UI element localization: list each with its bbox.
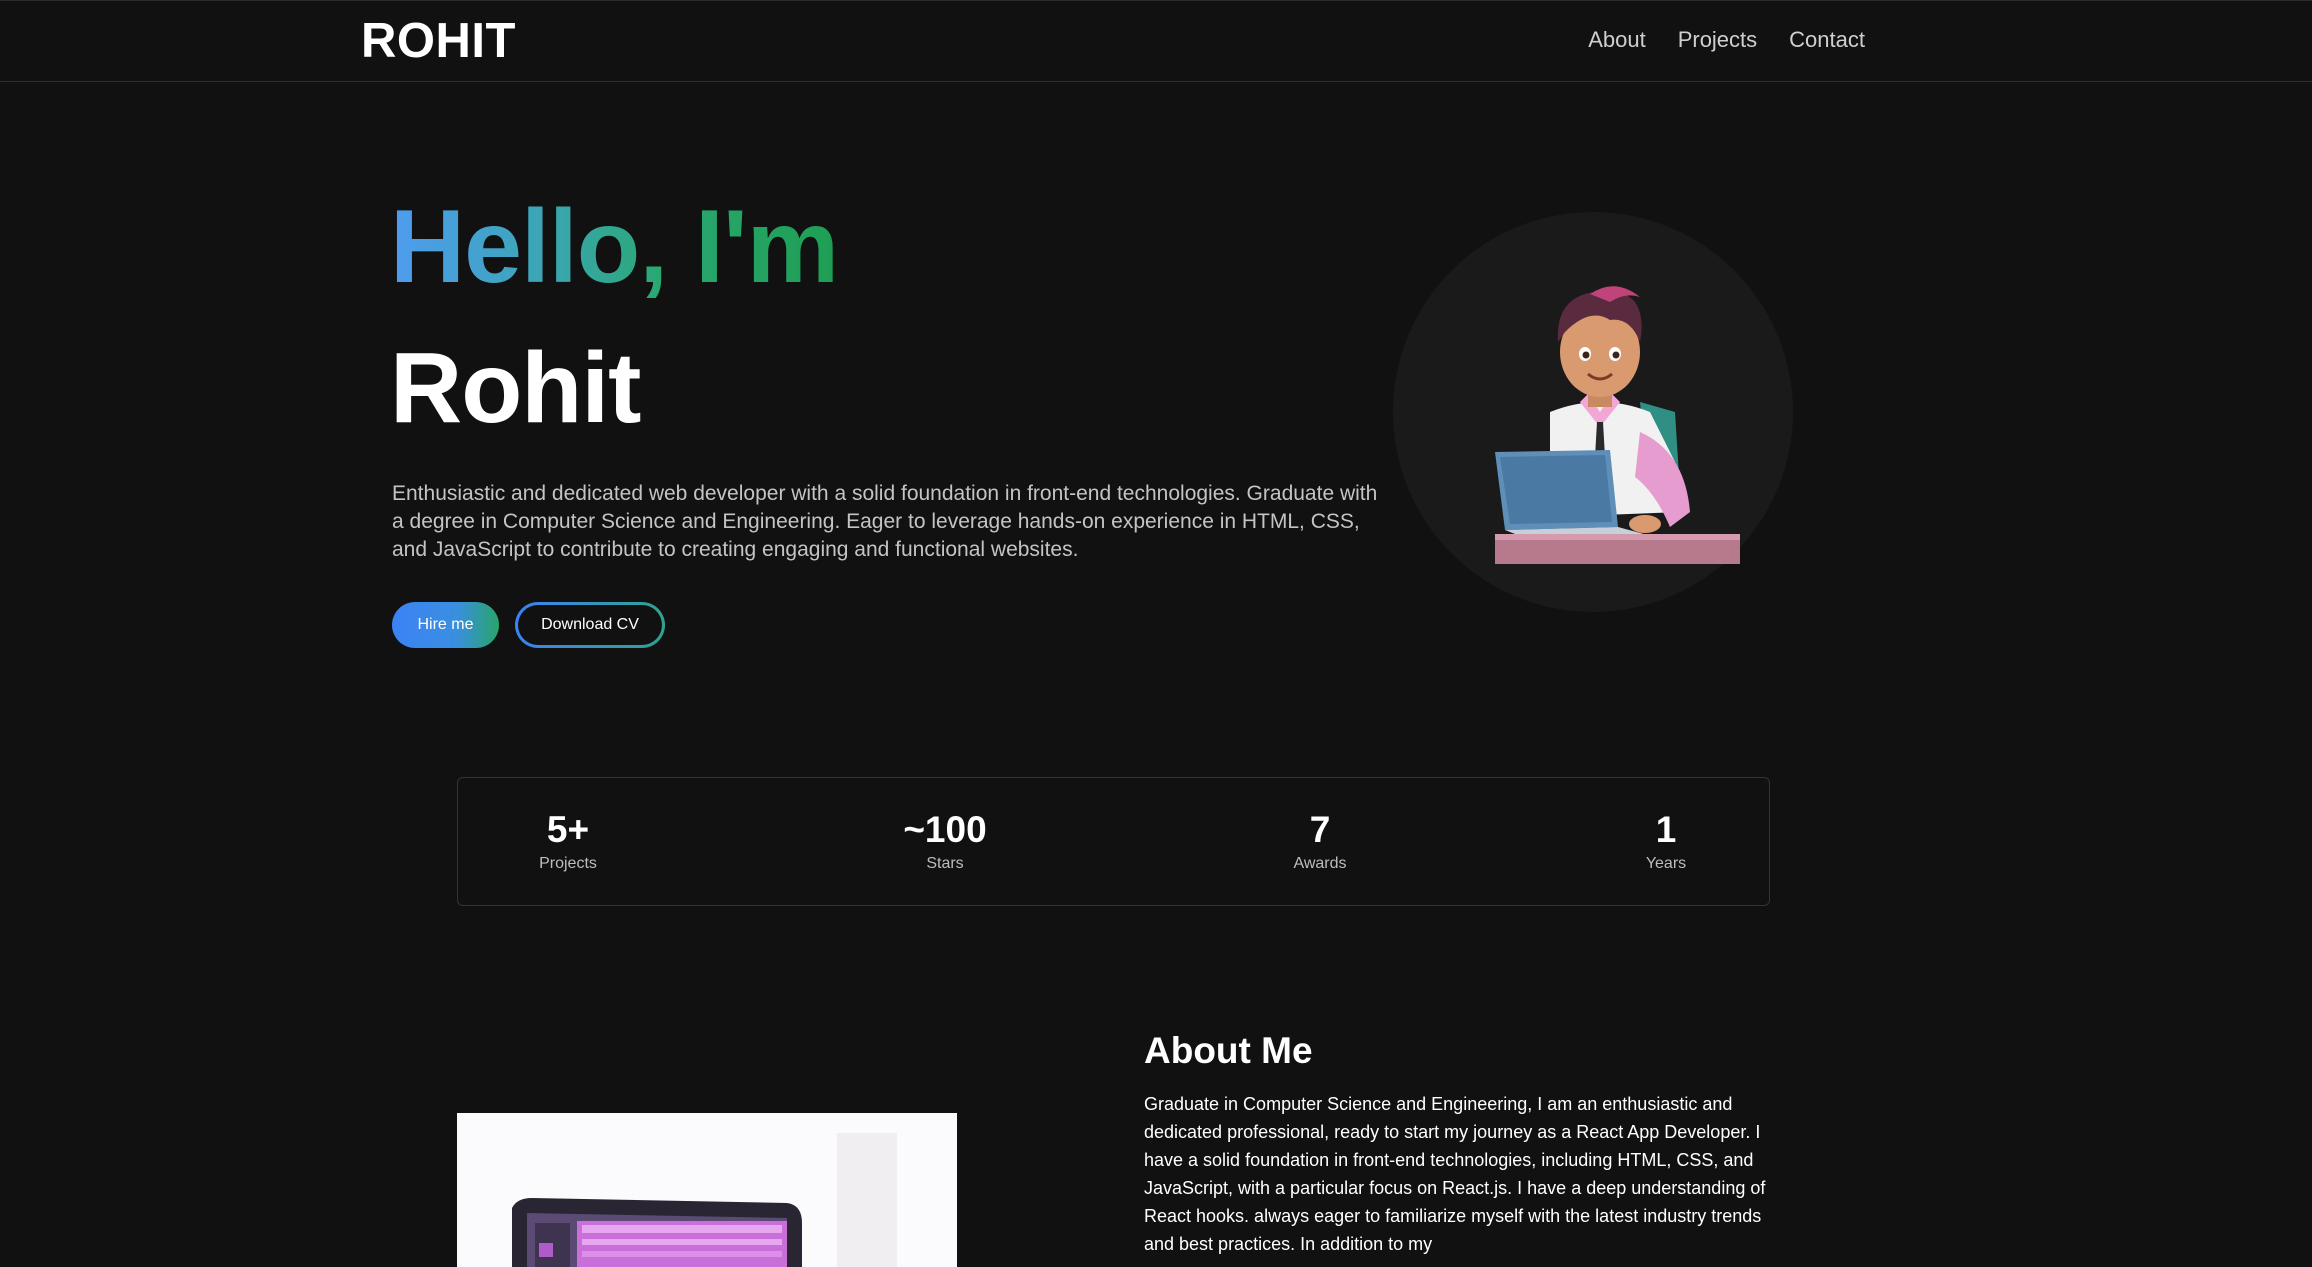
brand-logo[interactable]: ROHIT (361, 13, 516, 69)
nav-links: About Projects Contact (1588, 27, 1865, 53)
stat-stars: ~100 Stars (845, 809, 1045, 873)
stat-value: 7 (1309, 809, 1331, 850)
stat-label: Awards (1293, 854, 1347, 872)
hero-name: Rohit (390, 332, 641, 444)
nav-link-contact[interactable]: Contact (1789, 27, 1865, 53)
hero-buttons: Hire me Download CV (392, 602, 665, 648)
hire-me-button[interactable]: Hire me (392, 602, 499, 648)
stat-label: Years (1645, 854, 1687, 872)
about-title: About Me (1144, 1030, 1313, 1071)
navbar: ROHIT About Projects Contact (0, 0, 2312, 82)
stat-years: 1 Years (1566, 809, 1766, 873)
download-cv-button[interactable]: Download CV (518, 605, 662, 645)
laptop-photo-illustration (457, 1113, 957, 1267)
stat-value: 1 (1655, 809, 1677, 850)
developer-avatar-illustration (1495, 286, 1740, 564)
stats-panel: 5+ Projects ~100 Stars 7 Awards 1 Years (457, 777, 1770, 906)
stat-awards: 7 Awards (1220, 809, 1420, 873)
stat-label: Stars (926, 854, 964, 872)
hero-description: Enthusiastic and dedicated web developer… (392, 482, 1378, 561)
stat-value: ~100 (903, 809, 987, 850)
hero-greeting: Hello, I'm (390, 189, 839, 305)
about-laptop-image (457, 1113, 957, 1267)
stat-value: 5+ (546, 809, 590, 850)
stat-projects: 5+ Projects (468, 809, 668, 873)
stat-label: Projects (539, 854, 597, 872)
nav-link-about[interactable]: About (1588, 27, 1646, 53)
nav-link-projects[interactable]: Projects (1678, 27, 1757, 53)
download-cv-button-border[interactable]: Download CV (515, 602, 665, 648)
about-text: Graduate in Computer Science and Enginee… (1144, 1094, 1766, 1254)
